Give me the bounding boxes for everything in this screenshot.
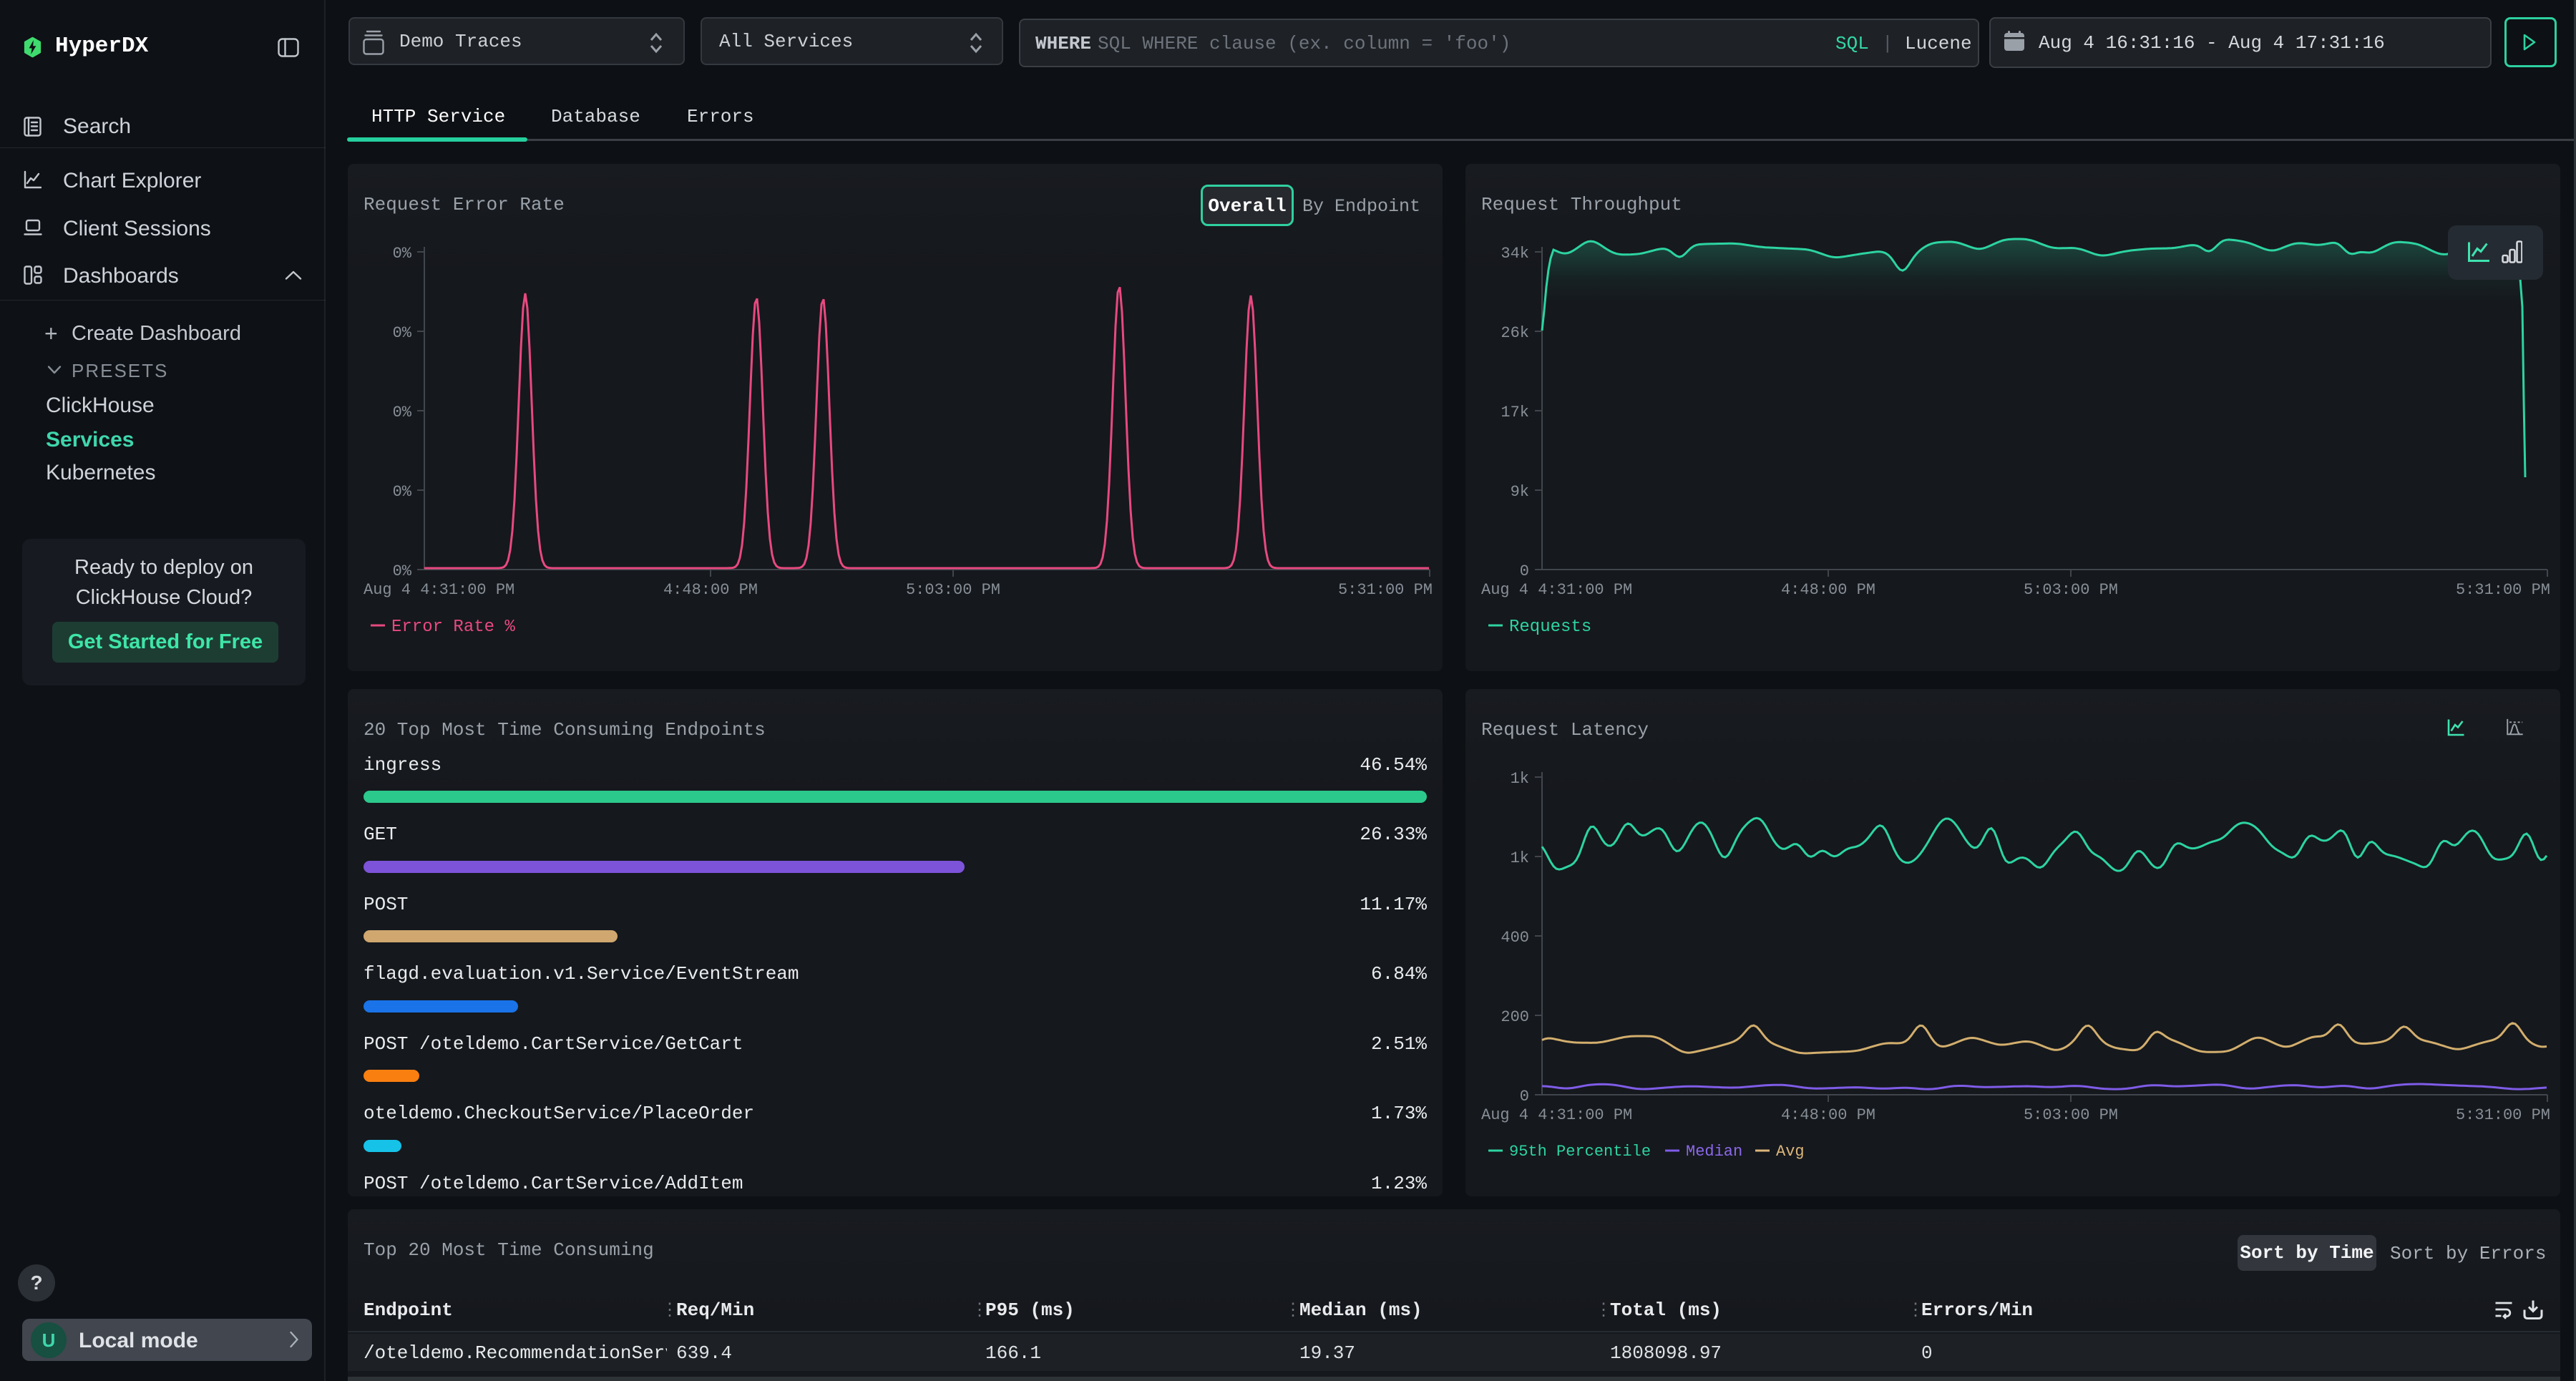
svg-text:0%: 0% (393, 562, 412, 580)
svg-text:1k: 1k (1511, 849, 1529, 867)
svg-text:5:03:00 PM: 5:03:00 PM (906, 581, 1000, 599)
svg-text:4:48:00 PM: 4:48:00 PM (1781, 1106, 1875, 1124)
svg-text:5:31:00 PM: 5:31:00 PM (2456, 1106, 2550, 1124)
svg-text:200: 200 (1501, 1008, 1529, 1026)
svg-text:9k: 9k (1511, 483, 1529, 501)
svg-text:0: 0 (1520, 562, 1529, 580)
svg-text:400: 400 (1501, 929, 1529, 947)
svg-text:5:31:00 PM: 5:31:00 PM (2456, 581, 2550, 599)
svg-text:Requests: Requests (1509, 618, 1591, 637)
svg-text:Error Rate %: Error Rate % (391, 618, 515, 637)
svg-text:26k: 26k (1501, 324, 1529, 342)
svg-text:Median: Median (1686, 1143, 1742, 1161)
svg-text:Aug 4 4:31:00 PM: Aug 4 4:31:00 PM (1481, 1106, 1632, 1124)
svg-text:5:03:00 PM: 5:03:00 PM (2024, 581, 2118, 599)
svg-text:1k: 1k (1511, 770, 1529, 788)
svg-text:4:48:00 PM: 4:48:00 PM (663, 581, 758, 599)
svg-text:95th Percentile: 95th Percentile (1509, 1143, 1651, 1161)
svg-text:0: 0 (1520, 1088, 1529, 1106)
svg-text:Avg: Avg (1776, 1143, 1805, 1161)
svg-text:0%: 0% (393, 483, 412, 501)
svg-text:34k: 34k (1501, 245, 1529, 263)
svg-text:5:31:00 PM: 5:31:00 PM (1338, 581, 1433, 599)
svg-text:17k: 17k (1501, 404, 1529, 421)
svg-text:0%: 0% (393, 324, 412, 342)
svg-text:5:03:00 PM: 5:03:00 PM (2024, 1106, 2118, 1124)
svg-text:0%: 0% (393, 245, 412, 263)
svg-text:Aug 4 4:31:00 PM: Aug 4 4:31:00 PM (364, 581, 514, 599)
svg-text:4:48:00 PM: 4:48:00 PM (1781, 581, 1875, 599)
svg-text:0%: 0% (393, 404, 412, 421)
svg-text:Aug 4 4:31:00 PM: Aug 4 4:31:00 PM (1481, 581, 1632, 599)
